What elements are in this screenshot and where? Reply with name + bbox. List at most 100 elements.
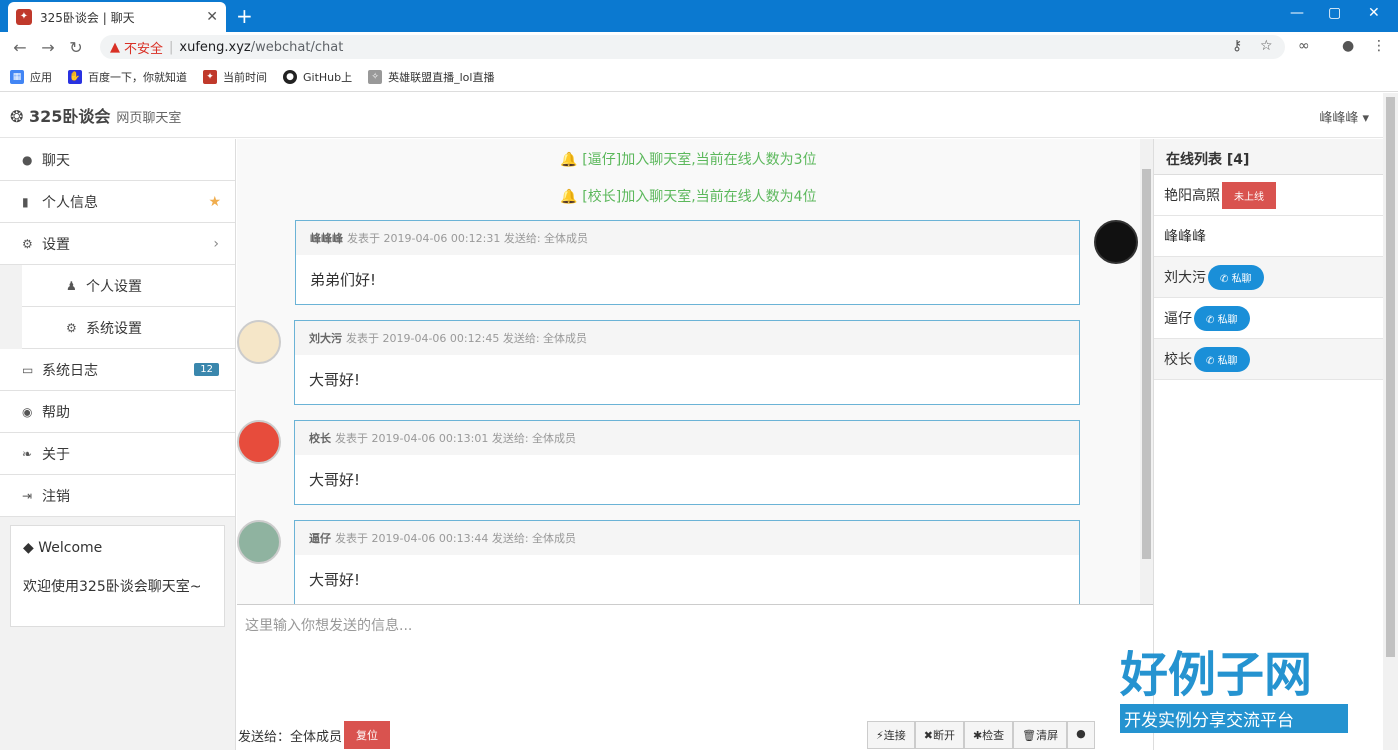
chat-message: 校长 发表于 2019-04-06 00:13:01 发送给: 全体成员 大哥好! [294,420,1080,505]
clear-button[interactable]: 🗑清屏 [1013,721,1068,749]
welcome-panel: ◆ Welcome 欢迎使用325卧谈会聊天室~ [10,525,225,627]
book-icon: ▮ [22,194,29,209]
phone-icon: ✆ [1206,355,1218,367]
warning-icon: ▲ [110,39,120,55]
bookmark-star-icon[interactable]: ☆ [1260,38,1273,54]
system-message: 🔔 [逼仔]加入聊天室,当前在线人数为3位 [560,152,817,168]
apps-icon: ▦ [10,69,24,84]
bookmark-github[interactable]: ● GitHub上 [283,69,352,85]
chat-message: 逼仔 发表于 2019-04-06 00:13:44 发送给: 全体成员 大哥好! [294,520,1080,604]
time-icon: ✦ [203,69,217,84]
plug-icon: ⚡ [876,729,884,742]
inbox-icon: ▭ [22,362,34,377]
minimize-icon[interactable]: — [1290,5,1304,21]
top-navbar: ❂ 325卧谈会 网页聊天室 峰峰峰 ▾ [0,93,1383,138]
bookmarks-bar: ▦ 应用 ✋ 百度一下，你就知道 ✦ 当前时间 ● GitHub上 ✧ 英雄联盟直播_lo… [0,62,1398,92]
avatar[interactable] [237,320,281,364]
reload-icon[interactable]: ↻ [62,38,90,57]
users-icon: ♟ [66,278,77,293]
user-dropdown[interactable]: 峰峰峰 ▾ [1319,107,1369,126]
online-user[interactable]: 逼仔 ✆ 私聊 [1154,298,1383,339]
gear-icon: ⚙ [66,320,77,335]
send-to-label: 发送给：全体成员 [238,729,343,745]
sidebar-item-help[interactable]: ◉ 帮助 [0,391,235,433]
trash-icon: 🗑 [1022,729,1037,742]
private-chat-button[interactable]: ✆ 私聊 [1194,305,1250,331]
avatar[interactable] [237,420,281,464]
log-badge: 12 [194,363,219,376]
bell-icon: 🔔 [560,152,583,168]
brand[interactable]: ❂ 325卧谈会 网页聊天室 [10,103,181,127]
reset-button[interactable]: 复位 [344,721,391,749]
connect-button[interactable]: ⚡连接 [867,721,915,749]
sidebar-item-about[interactable]: ❧ 关于 [0,433,235,475]
lol-icon: ✧ [368,69,383,84]
avatar[interactable] [237,520,281,564]
send-to-bar: 发送给：全体成员 复位 [238,721,391,749]
extension-icon[interactable]: ∞ [1298,38,1310,54]
tab-title: 325卧谈会 | 聊天 [40,10,135,25]
send-button[interactable]: ● [1067,721,1095,749]
chat-scrollbar[interactable] [1140,139,1153,604]
url-path: /webchat/chat [250,39,344,55]
check-button[interactable]: ✱检查 [963,721,1014,749]
page-scrollbar[interactable] [1383,93,1398,750]
tag-icon: ◆ [23,540,39,556]
browser-tab[interactable]: ✦ 325卧谈会 | 聊天 ✕ [8,2,226,32]
favicon-icon: ✦ [16,9,32,25]
online-user[interactable]: 艳阳高照 未上线 [1154,175,1383,216]
insecure-label: 不安全 [124,41,164,57]
system-message: 🔔 [校长]加入聊天室,当前在线人数为4位 [560,189,817,205]
bookmark-apps[interactable]: ▦ 应用 [10,69,52,85]
sidebar-item-settings[interactable]: ⚙ 设置 › [0,223,235,265]
comment-icon: ● [1076,727,1086,740]
profile-icon[interactable]: ● [1342,38,1354,54]
menu-icon[interactable]: ⋮ [1372,38,1386,54]
action-buttons: ⚡连接 ✖断开 ✱检查 🗑清屏 ● [867,721,1095,749]
private-chat-button[interactable]: ✆ 私聊 [1194,346,1250,372]
sidebar-item-logout[interactable]: ⇥ 注销 [0,475,235,517]
sidebar: ● 聊天 ▮ 个人信息 ★ ⚙ 设置 › ♟ 个人设置 ⚙ 系统设置 ▭ 系统日志 12 ◉ 帮助 … [0,139,236,750]
bell-icon: 🔔 [560,189,583,205]
wechat-icon: ❂ [10,107,29,126]
disconnect-button[interactable]: ✖断开 [914,721,964,749]
close-tab-icon[interactable]: ✕ [206,9,218,25]
baidu-icon: ✋ [68,69,82,84]
sidebar-item-log[interactable]: ▭ 系统日志 12 [0,349,235,391]
watermark: 好例子网 开发实例分享交流平台 [1120,650,1350,748]
bookmark-time[interactable]: ✦ 当前时间 [203,69,267,85]
sidebar-item-profile[interactable]: ▮ 个人信息 ★ [0,181,235,223]
key-icon[interactable]: ⚷ [1232,38,1242,54]
comment-icon: ● [22,152,33,167]
address-bar[interactable]: ▲ 不安全 | xufeng.xyz/webchat/chat [100,35,1285,59]
x-icon: ✖ [923,729,933,742]
back-icon[interactable]: ← [6,38,34,57]
star-icon: ★ [208,193,221,210]
private-chat-button[interactable]: ✆ 私聊 [1208,264,1264,290]
bookmark-baidu[interactable]: ✋ 百度一下，你就知道 [68,69,187,85]
globe-icon: ◉ [22,404,33,419]
new-tab-icon[interactable]: + [236,4,253,28]
logout-icon: ⇥ [22,488,33,503]
chat-message: 刘大污 发表于 2019-04-06 00:12:45 发送给: 全体成员 大哥好… [294,320,1080,405]
online-user[interactable]: 刘大污 ✆ 私聊 [1154,257,1383,298]
bookmark-lol[interactable]: ✧ 英雄联盟直播_lol直播 [368,69,494,85]
sidebar-item-chat[interactable]: ● 聊天 [0,139,235,181]
github-icon: ● [283,69,297,84]
online-user[interactable]: 校长 ✆ 私聊 [1154,339,1383,380]
gears-icon: ⚙ [22,236,33,251]
browser-titlebar: ✦ 325卧谈会 | 聊天 ✕ + — ▢ ✕ [0,0,1398,32]
chat-message: 峰峰峰 发表于 2019-04-06 00:12:31 发送给: 全体成员 弟弟们… [295,220,1080,305]
chat-messages: 🔔 [逼仔]加入聊天室,当前在线人数为3位 🔔 [校长]加入聊天室,当前在线人数… [237,139,1140,604]
chevron-right-icon: › [213,235,219,252]
close-window-icon[interactable]: ✕ [1368,5,1380,21]
sidebar-item-personal-settings[interactable]: ♟ 个人设置 [22,265,235,307]
online-list-title: 在线列表 [4] [1154,139,1383,175]
sidebar-item-system-settings[interactable]: ⚙ 系统设置 [22,307,235,349]
avatar[interactable] [1094,220,1138,264]
bug-icon: ✱ [972,729,983,742]
phone-icon: ✆ [1220,273,1232,285]
maximize-icon[interactable]: ▢ [1328,5,1341,21]
online-user[interactable]: 峰峰峰 [1154,216,1383,257]
forward-icon[interactable]: → [34,38,62,57]
